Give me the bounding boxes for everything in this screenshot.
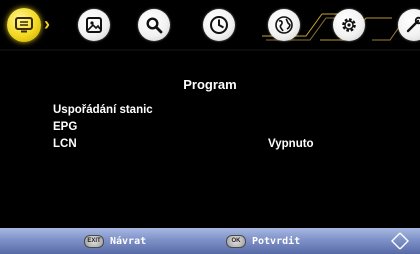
confirm-hint-label: Potvrdit — [252, 235, 301, 247]
tv-menu-icon — [15, 17, 33, 33]
tab-option[interactable] — [268, 9, 300, 41]
globe-icon — [275, 16, 293, 34]
menu-item-epg[interactable]: EPG — [53, 119, 383, 136]
tab-picture[interactable] — [78, 9, 110, 41]
back-hint: EXIT Návrat — [84, 234, 146, 248]
menu-item-lcn[interactable]: LCN Vypnuto — [53, 136, 383, 153]
clock-icon — [210, 16, 228, 34]
menu-item-channel-organizer[interactable]: Uspořádání stanic — [53, 102, 383, 119]
tab-program[interactable] — [7, 8, 41, 42]
main-menu-bar: › — [0, 0, 420, 52]
program-menu-panel: Program Uspořádání stanic EPG LCN Vypnut… — [0, 52, 420, 228]
navigation-arrows-icon — [391, 232, 409, 250]
confirm-hint: OK Potvrdit — [226, 234, 300, 248]
active-tab-arrow-icon: › — [44, 14, 50, 34]
ok-key-icon: OK — [226, 234, 246, 248]
help-bar: EXIT Návrat OK Potvrdit — [0, 228, 420, 254]
tv-menu-screen: › Program Uspořádání stanic EPG LCN Vypn… — [0, 0, 420, 254]
menu-item-label: EPG — [53, 121, 78, 133]
menu-item-label: Uspořádání stanic — [53, 104, 153, 116]
menu-item-label: LCN — [53, 138, 77, 150]
picture-icon — [86, 17, 102, 33]
tab-time[interactable] — [203, 9, 235, 41]
page-title: Program — [183, 77, 237, 92]
gear-icon — [342, 18, 356, 32]
lcn-value: Vypnuto — [268, 138, 314, 150]
program-menu-list: Uspořádání stanic EPG LCN Vypnuto — [53, 102, 383, 153]
tab-setup[interactable] — [333, 9, 365, 41]
back-hint-label: Návrat — [110, 235, 147, 247]
tools-icon — [406, 16, 420, 33]
tab-search[interactable] — [138, 9, 170, 41]
search-icon — [146, 17, 163, 34]
exit-key-icon: EXIT — [84, 234, 104, 248]
